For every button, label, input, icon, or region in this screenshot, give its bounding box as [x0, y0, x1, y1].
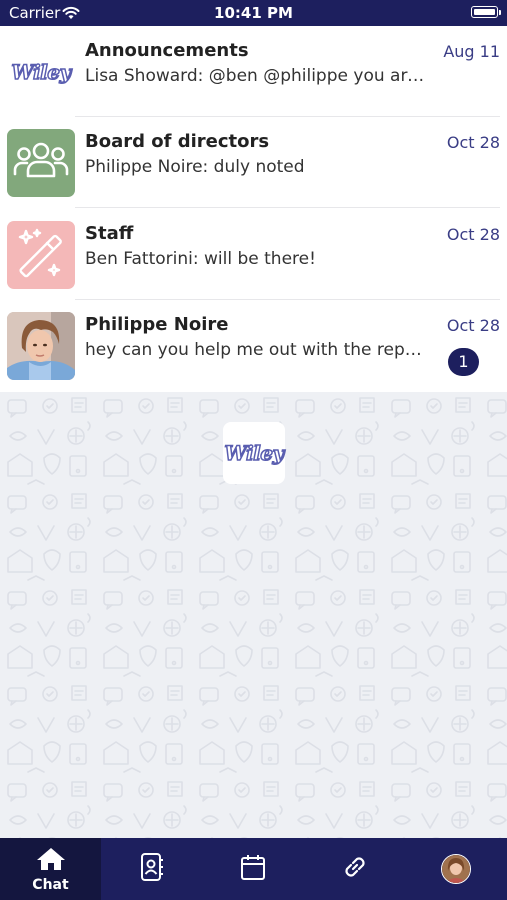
- chat-preview: Ben Fattorini: will be there!: [85, 249, 316, 269]
- chat-list: Wiley Announcements Lisa Showard: @ben @…: [0, 26, 507, 392]
- home-icon: [35, 846, 67, 876]
- magic-wand-icon: [7, 221, 75, 289]
- chat-date: Aug 11: [443, 42, 500, 61]
- chat-row-philippe-noire[interactable]: Philippe Noire hey can you help me out w…: [0, 300, 507, 391]
- link-icon: [340, 852, 370, 886]
- unread-badge: 1: [448, 348, 479, 376]
- chat-name: Board of directors: [85, 131, 270, 152]
- chat-name: Staff: [85, 223, 134, 244]
- tab-label: Chat: [32, 876, 69, 893]
- calendar-icon: [239, 853, 267, 885]
- person-photo: [7, 312, 75, 380]
- chat-name: Announcements: [85, 40, 249, 61]
- wiley-logo-icon: Wiley: [223, 422, 285, 484]
- tab-links[interactable]: [304, 838, 405, 900]
- chat-row-staff[interactable]: Staff Ben Fattorini: will be there! Oct …: [0, 209, 507, 300]
- chat-date: Oct 28: [446, 316, 500, 335]
- chat-preview: Philippe Noire: duly noted: [85, 157, 305, 177]
- chat-date: Oct 28: [446, 133, 500, 152]
- row-divider: [75, 207, 500, 208]
- chat-date: Oct 28: [446, 225, 500, 244]
- group-icon: [7, 129, 75, 197]
- status-time: 10:41 PM: [214, 4, 293, 22]
- chat-background: Wiley: [0, 392, 507, 838]
- tab-profile[interactable]: [405, 838, 506, 900]
- chat-row-announcements[interactable]: Wiley Announcements Lisa Showard: @ben @…: [0, 26, 507, 117]
- chat-row-board-of-directors[interactable]: Board of directors Philippe Noire: duly …: [0, 117, 507, 208]
- avatar-logo-text: Wiley: [11, 59, 72, 85]
- tab-calendar[interactable]: [202, 838, 303, 900]
- battery-icon: [471, 6, 501, 18]
- tab-contacts[interactable]: [101, 838, 202, 900]
- wiley-logo-icon: Wiley: [7, 38, 75, 106]
- tab-bar: Chat: [0, 838, 507, 900]
- profile-avatar: [440, 854, 471, 884]
- chat-preview: Lisa Showard: @ben @philippe you are …: [85, 66, 430, 86]
- status-bar: Carrier 10:41 PM: [0, 0, 507, 26]
- contacts-icon: [139, 852, 165, 886]
- tab-chat[interactable]: Chat: [0, 838, 101, 900]
- chat-name: Philippe Noire: [85, 314, 229, 335]
- center-logo-text: Wiley: [224, 440, 285, 466]
- chat-preview: hey can you help me out with the repo…: [85, 340, 430, 360]
